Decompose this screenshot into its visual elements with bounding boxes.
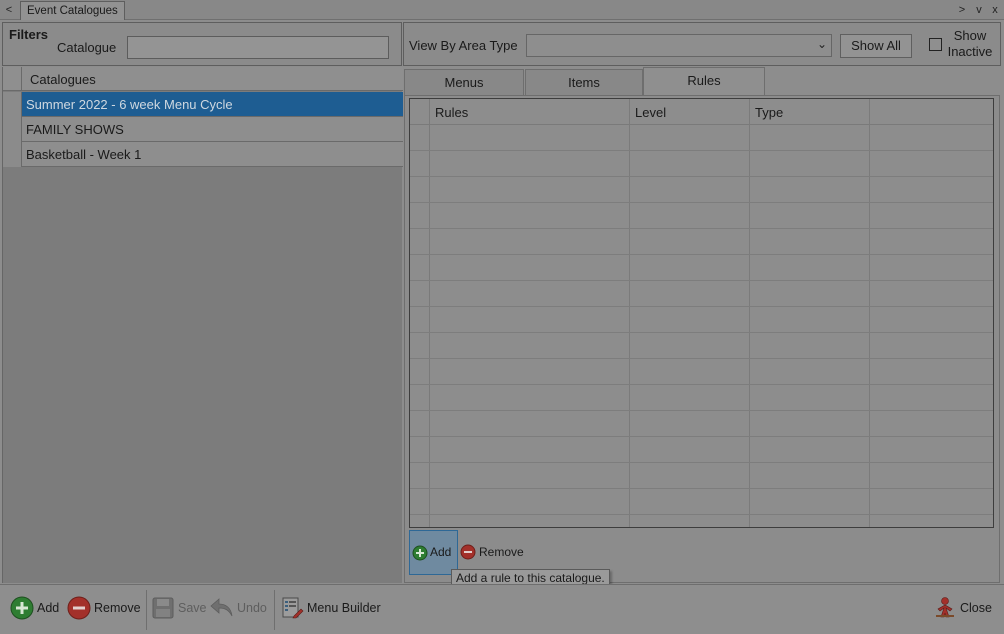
menu-builder-button[interactable]: Menu Builder [279,585,383,631]
undo-label: Undo [237,601,267,615]
remove-label: Remove [94,601,141,615]
row-header[interactable] [3,142,22,167]
catalogues-grid-header: Catalogues [3,67,403,91]
show-inactive-label: Show Inactive [947,28,993,59]
undo-arrow-icon [210,598,233,617]
filters-panel: Filters Catalogue [2,22,402,66]
catalogue-name: FAMILY SHOWS [26,122,124,137]
rules-column-header[interactable]: Rules [435,105,468,120]
remove-rule-button[interactable]: Remove [479,545,524,559]
event-catalogues-window: < Event Catalogues > v x Filters Catalog… [0,0,1004,634]
menu-builder-label: Menu Builder [307,601,381,615]
chevron-down-icon: ⌄ [816,37,827,51]
filters-title: Filters [9,27,49,42]
tab-items[interactable]: Items [525,69,643,96]
type-column-header[interactable]: Type [755,105,783,120]
plus-circle-icon [10,596,34,620]
catalogue-filter-input[interactable] [127,36,389,59]
catalogues-grid: Catalogues Summer 2022 - 6 week Menu Cyc… [2,67,403,583]
catalogues-column-header[interactable]: Catalogues [30,72,96,87]
tab-list-dropdown-button[interactable]: v [972,2,986,18]
row-header[interactable] [3,117,22,142]
minus-circle-icon[interactable] [460,544,476,560]
rules-grid: Rules Level Type [409,98,994,528]
document-tab-strip: < Event Catalogues > v x [0,0,1004,20]
table-row[interactable]: Summer 2022 - 6 week Menu Cycle [3,92,403,117]
tab-menus[interactable]: Menus [404,69,524,96]
catalogue-filter-label: Catalogue [57,40,117,55]
table-row[interactable]: FAMILY SHOWS [3,117,403,142]
close-button[interactable]: Close [932,585,994,631]
row-header[interactable] [3,92,22,117]
add-label: Add [37,601,60,615]
save-label: Save [178,601,207,615]
catalogue-name: Basketball - Week 1 [26,147,142,162]
close-figure-icon [936,597,954,618]
save-button[interactable]: Save [150,585,207,631]
tab-scroll-left-button[interactable]: < [2,2,16,18]
remove-button[interactable]: Remove [65,585,143,631]
catalogue-name: Summer 2022 - 6 week Menu Cycle [26,97,233,112]
grid-corner [3,67,22,91]
tab-scroll-right-button[interactable]: > [955,2,969,18]
add-rule-label: Add [430,545,452,559]
area-type-select[interactable]: ⌄ [526,34,832,57]
bottom-toolbar: Add Remove Save Undo Menu Builder Close [0,584,1004,634]
undo-button[interactable]: Undo [208,585,272,631]
close-label: Close [960,601,992,615]
level-column-header[interactable]: Level [635,105,666,120]
rules-grid-header [410,99,993,125]
view-by-panel: View By Area Type ⌄ Show All Show Inacti… [403,22,1001,66]
add-button[interactable]: Add [8,585,63,631]
minus-circle-icon [67,596,91,620]
plus-circle-icon [412,545,428,561]
tab-rules[interactable]: Rules [643,67,765,95]
rules-row-header-column [410,99,430,527]
table-row[interactable]: Basketball - Week 1 [3,142,403,167]
view-by-area-type-label: View By Area Type [409,38,518,53]
tab-close-button[interactable]: x [988,2,1002,18]
show-all-button[interactable]: Show All [840,34,912,58]
menu-builder-icon [282,597,304,619]
save-disk-icon [152,597,174,619]
show-inactive-checkbox[interactable] [929,38,942,51]
tab-event-catalogues[interactable]: Event Catalogues [20,1,125,20]
